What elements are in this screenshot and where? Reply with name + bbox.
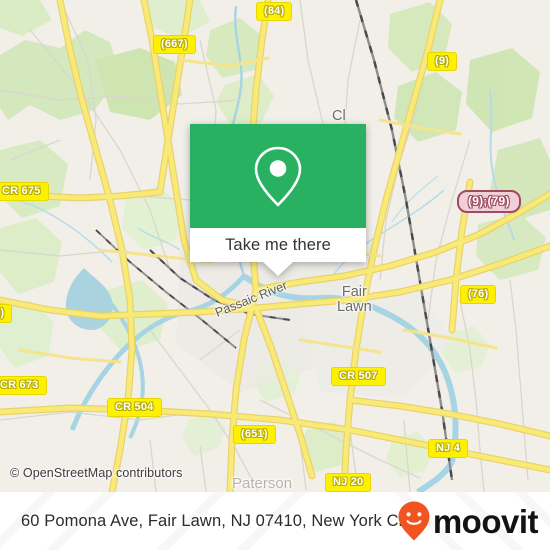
bottom-info-bar: 60 Pomona Ave, Fair Lawn, NJ 07410, New … <box>0 492 550 550</box>
moovit-wordmark: moovit <box>432 502 539 540</box>
shield-nj-4: NJ 4 <box>428 439 469 458</box>
shield-cr-504: CR 504 <box>107 398 162 417</box>
address-text: 60 Pomona Ave, Fair Lawn, NJ 07410, New … <box>21 511 416 530</box>
shield-9-79: (9);(79) <box>457 190 521 213</box>
shield-9: (9) <box>427 52 458 71</box>
shield-667: (667) <box>153 35 196 54</box>
take-me-there-label: Take me there <box>225 235 331 254</box>
take-me-there-popup[interactable]: Take me there <box>190 124 366 276</box>
shield-76: (76) <box>460 285 497 304</box>
moovit-smiley-pin-icon <box>398 501 430 541</box>
popup-footer[interactable]: Take me there <box>190 228 366 262</box>
shield-3: 3) <box>0 304 13 323</box>
shield-651: (651) <box>233 425 276 444</box>
map-screenshot-root: © OpenStreetMap contributors (84) (667) (9… <box>0 0 550 550</box>
map-attribution[interactable]: © OpenStreetMap contributors <box>10 466 183 480</box>
moovit-brand[interactable]: moovit <box>397 500 539 542</box>
map-pin-icon <box>254 146 302 207</box>
shield-cr-673: CR 673 <box>0 376 47 395</box>
popup-icon-panel <box>190 124 366 228</box>
shield-nj-20: NJ 20 <box>325 473 372 492</box>
shield-cr-675: CR 675 <box>0 182 49 201</box>
shield-cr-507: CR 507 <box>331 367 386 386</box>
popup-tail <box>263 262 293 276</box>
shield-84: (84) <box>256 2 293 21</box>
